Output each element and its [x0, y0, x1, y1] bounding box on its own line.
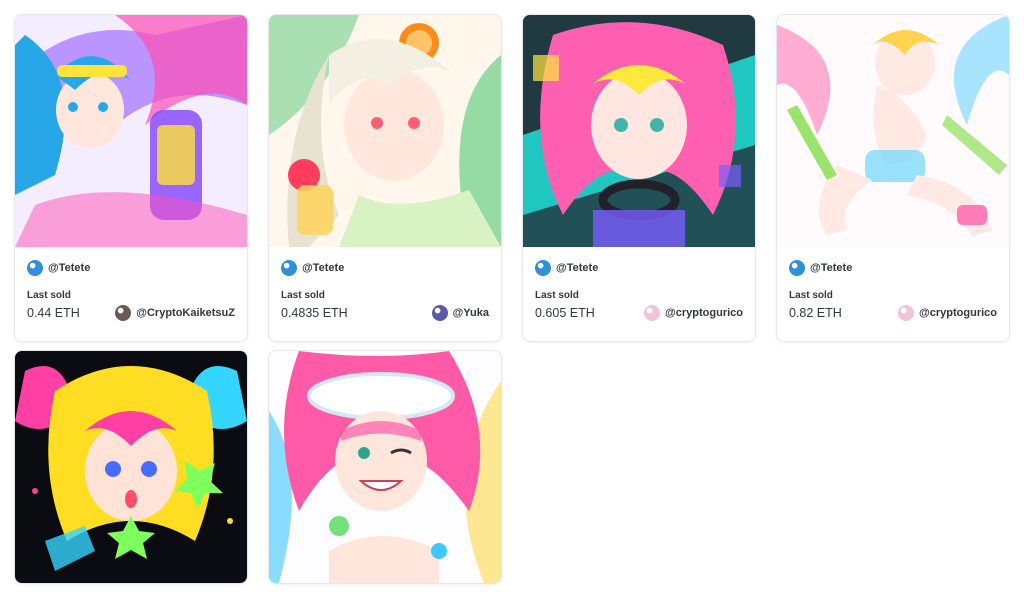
- last-sold-price: 0.605 ETH: [535, 306, 595, 320]
- artwork-illustration: [777, 15, 1009, 247]
- creator-avatar[interactable]: [281, 260, 297, 276]
- creator-name-link[interactable]: @Tetete: [556, 262, 598, 274]
- nft-artwork-image[interactable]: [15, 351, 247, 583]
- creator-avatar[interactable]: [27, 260, 43, 276]
- owner-avatar[interactable]: [898, 305, 915, 321]
- artwork-illustration: [269, 15, 501, 247]
- owner-name-link[interactable]: @Yuka: [453, 307, 489, 319]
- nft-card[interactable]: @Tetete Last sold 0.44 ETH @CryptoKaiket…: [14, 14, 248, 342]
- creator-avatar[interactable]: [789, 260, 805, 276]
- owner-avatar[interactable]: [431, 305, 448, 321]
- creator-name-link[interactable]: @Tetete: [302, 262, 344, 274]
- artwork-illustration: [523, 15, 755, 247]
- artwork-illustration: [15, 15, 247, 247]
- last-sold-label: Last sold: [789, 290, 833, 301]
- nft-artwork-image[interactable]: [15, 15, 247, 247]
- owner-name-link[interactable]: @cryptogurico: [919, 307, 997, 319]
- last-sold-price: 0.44 ETH: [27, 306, 80, 320]
- nft-card[interactable]: [14, 350, 248, 584]
- nft-artwork-image[interactable]: [269, 15, 501, 247]
- nft-card[interactable]: [268, 350, 502, 584]
- owner-name-link[interactable]: @cryptogurico: [665, 307, 743, 319]
- creator-name-link[interactable]: @Tetete: [48, 262, 90, 274]
- creator-name-link[interactable]: @Tetete: [810, 262, 852, 274]
- last-sold-label: Last sold: [281, 290, 325, 301]
- nft-card[interactable]: @Tetete Last sold 0.605 ETH @cryptoguric…: [522, 14, 756, 342]
- nft-grid: @Tetete Last sold 0.44 ETH @CryptoKaiket…: [0, 0, 1024, 598]
- nft-artwork-image[interactable]: [777, 15, 1009, 247]
- last-sold-price: 0.4835 ETH: [281, 306, 348, 320]
- nft-artwork-image[interactable]: [269, 351, 501, 583]
- nft-artwork-image[interactable]: [523, 15, 755, 247]
- nft-card[interactable]: @Tetete Last sold 0.4835 ETH @Yuka: [268, 14, 502, 342]
- last-sold-price: 0.82 ETH: [789, 306, 842, 320]
- owner-avatar[interactable]: [115, 305, 132, 321]
- creator-avatar[interactable]: [535, 260, 551, 276]
- nft-card[interactable]: @Tetete Last sold 0.82 ETH @cryptogurico: [776, 14, 1010, 342]
- owner-name-link[interactable]: @CryptoKaiketsuZ: [136, 307, 235, 319]
- last-sold-label: Last sold: [27, 290, 71, 301]
- last-sold-label: Last sold: [535, 290, 579, 301]
- owner-avatar[interactable]: [644, 305, 661, 321]
- artwork-illustration: [269, 351, 501, 583]
- artwork-illustration: [15, 351, 247, 583]
